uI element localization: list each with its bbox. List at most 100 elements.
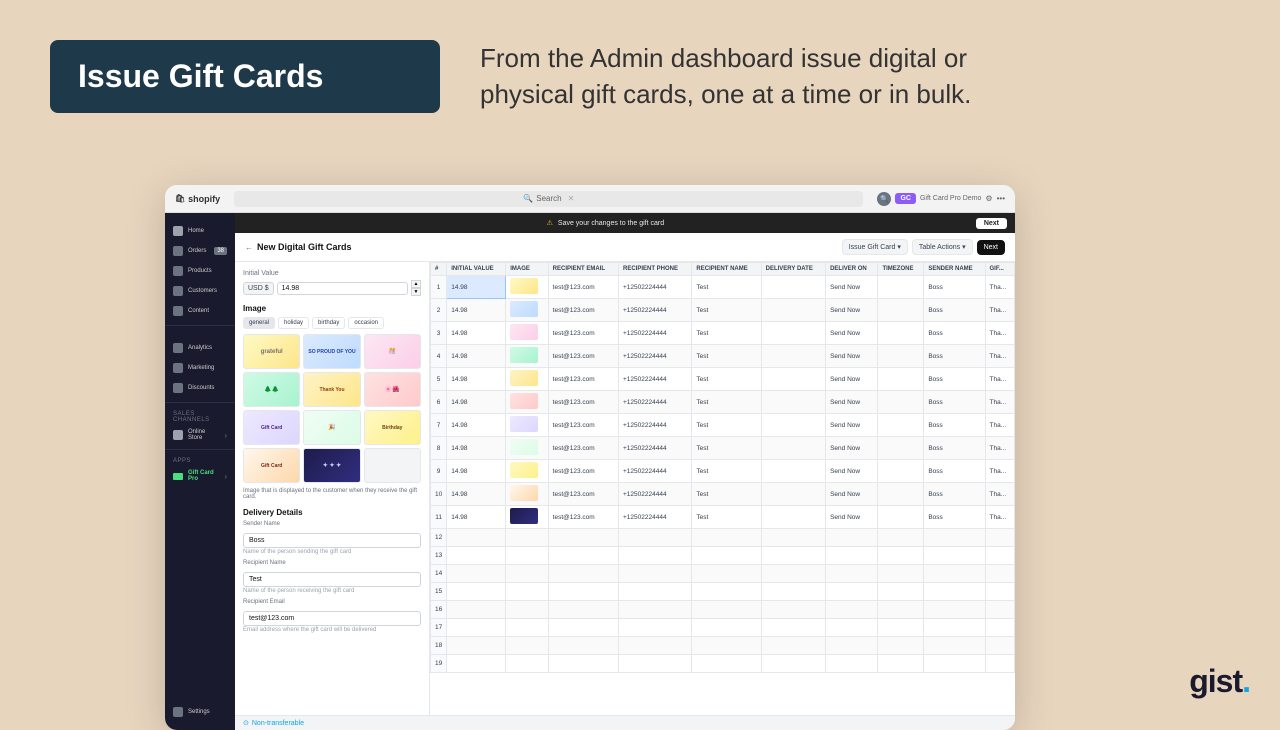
cell-deliver-on: Send Now xyxy=(826,345,878,368)
table-row[interactable]: 18 xyxy=(431,637,1015,655)
table-row[interactable]: 514.98test@123.com+12502224444TestSend N… xyxy=(431,368,1015,391)
sidebar-item-content[interactable]: Content xyxy=(165,301,235,321)
value-stepper[interactable]: ▲ ▼ xyxy=(411,280,421,296)
cell-initial-value[interactable] xyxy=(447,565,506,583)
table-row[interactable]: 414.98test@123.com+12502224444TestSend N… xyxy=(431,345,1015,368)
cell-initial-value[interactable]: 14.98 xyxy=(447,437,506,460)
image-card-giftcard[interactable]: Gift Card xyxy=(243,410,300,445)
cell-initial-value[interactable] xyxy=(447,547,506,565)
initial-value-input[interactable] xyxy=(277,282,408,295)
sidebar-item-settings[interactable]: Settings xyxy=(165,702,235,722)
table-row[interactable]: 114.98test@123.com+12502224444TestSend N… xyxy=(431,276,1015,299)
recipient-email-input[interactable] xyxy=(243,611,421,626)
search-browser-icon[interactable]: 🔍 xyxy=(877,192,891,206)
stepper-down[interactable]: ▼ xyxy=(411,288,421,296)
cell-initial-value[interactable]: 14.98 xyxy=(447,460,506,483)
image-card-empty[interactable] xyxy=(364,448,421,483)
cell-initial-value[interactable] xyxy=(447,529,506,547)
stepper-up[interactable]: ▲ xyxy=(411,280,421,288)
image-card-proud[interactable]: SO PROUD OF YOU xyxy=(303,334,360,369)
table-row[interactable]: 17 xyxy=(431,619,1015,637)
tab-occasion[interactable]: occasion xyxy=(348,317,384,329)
cell-initial-value[interactable]: 14.98 xyxy=(447,322,506,345)
sidebar-item-discounts[interactable]: Discounts xyxy=(165,378,235,398)
tab-holiday[interactable]: holiday xyxy=(278,317,309,329)
delivery-section: Delivery Details Sender Name Name of the… xyxy=(243,508,421,633)
cell-initial-value[interactable]: 14.98 xyxy=(447,368,506,391)
image-card-thankyou[interactable]: Thank You xyxy=(303,372,360,407)
sidebar-item-gift-card-pro[interactable]: Gift Card Pro › xyxy=(165,466,235,486)
more-icon[interactable]: ••• xyxy=(997,194,1005,203)
recipient-name-input[interactable] xyxy=(243,572,421,587)
settings-icon[interactable]: ⚙ xyxy=(985,194,992,203)
cell-delivery-date xyxy=(761,391,825,414)
table-row[interactable]: 15 xyxy=(431,583,1015,601)
cell-initial-value[interactable]: 14.98 xyxy=(447,414,506,437)
tab-birthday[interactable]: birthday xyxy=(312,317,345,329)
cell-initial-value[interactable]: 14.98 xyxy=(447,483,506,506)
image-card-grateful[interactable]: grateful xyxy=(243,334,300,369)
cell-initial-value[interactable] xyxy=(447,637,506,655)
cell-initial-value[interactable]: 14.98 xyxy=(447,391,506,414)
image-card-trees[interactable]: 🌲🌲 xyxy=(243,372,300,407)
table-row[interactable]: 12 xyxy=(431,529,1015,547)
image-card-dots[interactable]: 🎉 xyxy=(303,410,360,445)
image-card-flowers[interactable]: 🌸🌺 xyxy=(364,372,421,407)
table-row[interactable]: 614.98test@123.com+12502224444TestSend N… xyxy=(431,391,1015,414)
sidebar-item-marketing[interactable]: Marketing xyxy=(165,358,235,378)
cell-email xyxy=(548,619,618,637)
table-actions-button[interactable]: Table Actions ▾ xyxy=(912,239,973,255)
table-row[interactable]: 1014.98test@123.com+12502224444TestSend … xyxy=(431,483,1015,506)
cell-deliver-on: Send Now xyxy=(826,276,878,299)
cell-initial-value[interactable]: 14.98 xyxy=(447,299,506,322)
table-row[interactable]: 814.98test@123.com+12502224444TestSend N… xyxy=(431,437,1015,460)
address-bar[interactable]: 🔍 Search ✕ xyxy=(234,191,863,207)
sidebar-item-analytics[interactable]: Analytics xyxy=(165,338,235,358)
back-arrow[interactable]: ← xyxy=(245,243,253,252)
cell-delivery-date xyxy=(761,460,825,483)
cell-initial-value[interactable]: 14.98 xyxy=(447,506,506,529)
tab-general[interactable]: general xyxy=(243,317,275,329)
cell-phone: +12502224444 xyxy=(619,299,692,322)
sender-name-input[interactable] xyxy=(243,533,421,548)
next-button-top[interactable]: Next xyxy=(976,218,1007,229)
next-button[interactable]: Next xyxy=(977,240,1005,255)
sidebar-item-customers[interactable]: Customers xyxy=(165,281,235,301)
cell-sender: Boss xyxy=(924,483,985,506)
content-area: Initial Value USD $ ▲ ▼ Image general ho… xyxy=(235,262,1015,715)
table-row[interactable]: 13 xyxy=(431,547,1015,565)
table-row[interactable]: 214.98test@123.com+12502224444TestSend N… xyxy=(431,299,1015,322)
recipient-email-label: Recipient Email xyxy=(243,599,421,605)
cell-initial-value[interactable]: 14.98 xyxy=(447,345,506,368)
image-card-birthday[interactable]: Birthday xyxy=(364,410,421,445)
issue-gift-card-button[interactable]: Issue Gift Card ▾ xyxy=(842,239,908,255)
sidebar-item-products[interactable]: Products xyxy=(165,261,235,281)
cell-delivery-date xyxy=(761,637,825,655)
cell-sender xyxy=(924,529,985,547)
table-row[interactable]: 19 xyxy=(431,655,1015,673)
cell-initial-value[interactable] xyxy=(447,601,506,619)
sidebar-item-orders[interactable]: Orders 38 xyxy=(165,241,235,261)
cell-sender: Boss xyxy=(924,322,985,345)
table-row[interactable]: 314.98test@123.com+12502224444TestSend N… xyxy=(431,322,1015,345)
table-row[interactable]: 14 xyxy=(431,565,1015,583)
right-panel[interactable]: # INITIAL VALUE IMAGE RECIPIENT EMAIL RE… xyxy=(430,262,1015,715)
cell-initial-value[interactable]: 14.98 xyxy=(447,276,506,299)
table-row[interactable]: 914.98test@123.com+12502224444TestSend N… xyxy=(431,460,1015,483)
cell-initial-value[interactable] xyxy=(447,583,506,601)
row-number: 15 xyxy=(431,583,447,601)
table-row[interactable]: 714.98test@123.com+12502224444TestSend N… xyxy=(431,414,1015,437)
table-row[interactable]: 1114.98test@123.com+12502224444TestSend … xyxy=(431,506,1015,529)
image-card-giftcard2[interactable]: Gift Card xyxy=(243,448,300,483)
image-card-dark-dots[interactable]: ✦ ✦ ✦ xyxy=(303,448,360,483)
cell-deliver-on xyxy=(826,655,878,673)
cell-initial-value[interactable] xyxy=(447,655,506,673)
cell-delivery-date xyxy=(761,619,825,637)
table-row[interactable]: 16 xyxy=(431,601,1015,619)
cell-deliver-on: Send Now xyxy=(826,437,878,460)
sidebar-item-online-store[interactable]: Online Store › xyxy=(165,425,235,445)
cell-initial-value[interactable] xyxy=(447,619,506,637)
sidebar-item-home[interactable]: Home xyxy=(165,221,235,241)
image-card-congrats[interactable]: 🎊 xyxy=(364,334,421,369)
orders-badge: 38 xyxy=(214,247,227,255)
